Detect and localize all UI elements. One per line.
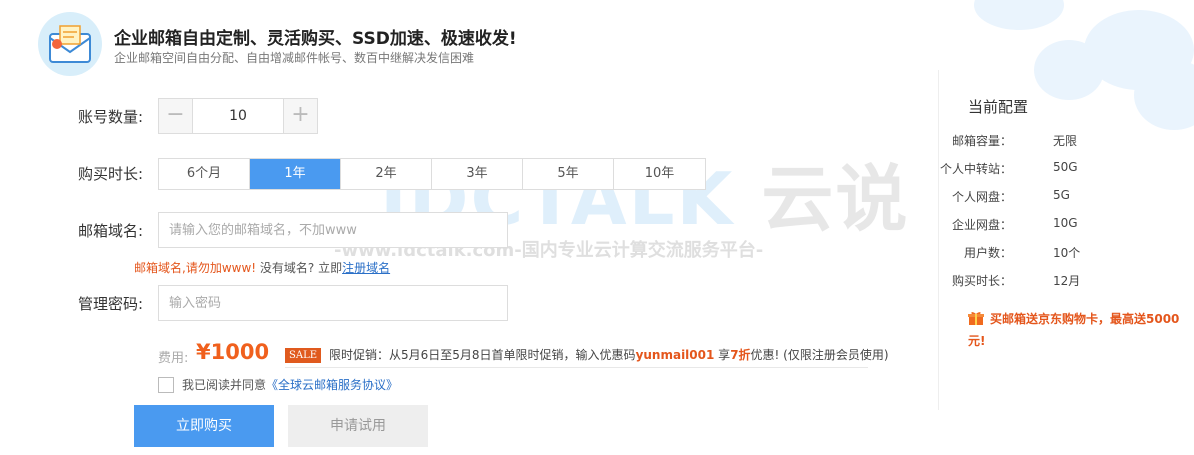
domain-input[interactable]	[158, 212, 508, 248]
config-value: 50G	[1053, 160, 1078, 174]
duration-option-6m[interactable]: 6个月	[159, 159, 250, 189]
promo-banner: SALE 限时促销：从5月6日至5月8日首单限时促销，输入优惠码yunmail00…	[285, 346, 889, 368]
agreement-checkbox[interactable]	[158, 376, 174, 393]
watermark-logo-cn: 云说	[761, 157, 910, 241]
config-key: 购买时长：	[951, 274, 1012, 288]
buy-now-button[interactable]: 立即购买	[134, 405, 274, 447]
agreement-link[interactable]: 《全球云邮箱服务协议》	[266, 376, 398, 393]
config-value: 10G	[1053, 216, 1078, 230]
page-title: 企业邮箱自由定制、灵活购买、SSD加速、极速收发!	[114, 29, 517, 49]
mail-logo	[38, 12, 102, 76]
promo-text-suffix: 优惠! (仅限注册会员使用)	[750, 348, 889, 362]
accounts-stepper: − 10 +	[158, 98, 318, 134]
agreement-text: 我已阅读并同意	[182, 378, 267, 392]
promo-text-prefix: 限时促销：从5月6日至5月8日首单限时促销，输入优惠码	[329, 348, 636, 362]
register-domain-link[interactable]: 注册域名	[342, 261, 390, 275]
config-key: 企业网盘：	[951, 218, 1012, 232]
config-value: 12月	[1053, 274, 1081, 288]
promo-code: yunmail001	[635, 348, 715, 362]
password-label: 管理密码:	[78, 295, 144, 313]
domain-label: 邮箱域名:	[78, 222, 144, 240]
page-header: 企业邮箱自由定制、灵活购买、SSD加速、极速收发! 企业邮箱空间自由分配、自由增…	[38, 12, 738, 76]
accounts-label: 账号数量:	[78, 108, 144, 126]
promo-text-mid: 享	[714, 348, 731, 362]
config-key: 个人网盘：	[951, 190, 1012, 204]
promo-discount: 7折	[730, 348, 751, 362]
duration-option-1y[interactable]: 1年	[250, 159, 341, 189]
config-value: 无限	[1053, 134, 1078, 148]
config-row: 个人网盘： 5G	[940, 188, 1170, 206]
mail-envelope-icon	[49, 25, 91, 63]
accounts-value[interactable]: 10	[193, 99, 283, 133]
duration-option-10y[interactable]: 10年	[614, 159, 705, 189]
config-key: 邮箱容量：	[951, 134, 1012, 148]
duration-selector: 6个月 1年 2年 3年 5年 10年	[158, 158, 706, 190]
config-key: 个人中转站：	[939, 162, 1012, 176]
minus-button[interactable]: −	[159, 99, 193, 133]
config-value: 5G	[1053, 188, 1070, 202]
duration-option-2y[interactable]: 2年	[341, 159, 432, 189]
config-row: 用户数： 10个	[940, 244, 1170, 262]
panel-divider	[938, 70, 939, 410]
duration-label: 购买时长:	[78, 165, 144, 183]
domain-warning: 邮箱域名,请勿加www!	[134, 261, 257, 275]
config-row: 购买时长： 12月	[940, 272, 1170, 290]
gift-text: 买邮箱送京东购物卡，最高送5000元!	[968, 312, 1180, 348]
config-row: 企业网盘： 10G	[940, 216, 1170, 234]
agreement-row: 我已阅读并同意 《全球云邮箱服务协议》	[158, 376, 398, 393]
duration-option-3y[interactable]: 3年	[432, 159, 523, 189]
fee-value: ¥1000	[196, 340, 270, 364]
config-value: 10个	[1053, 246, 1081, 260]
config-title: 当前配置	[968, 98, 1029, 116]
fee-label: 费用:	[158, 351, 189, 366]
config-row: 邮箱容量： 无限	[940, 132, 1170, 150]
password-input[interactable]	[158, 285, 508, 321]
duration-option-5y[interactable]: 5年	[523, 159, 614, 189]
sale-tag: SALE	[285, 348, 322, 363]
config-key: 用户数：	[963, 246, 1012, 260]
page-subtitle: 企业邮箱空间自由分配、自由增减邮件帐号、数百中继解决发信困难	[114, 51, 475, 65]
gift-promo: 买邮箱送京东购物卡，最高送5000元!	[968, 308, 1183, 352]
gift-icon	[968, 312, 984, 325]
domain-hint: 邮箱域名,请勿加www! 没有域名? 立即注册域名	[134, 259, 390, 276]
apply-trial-button[interactable]: 申请试用	[288, 405, 428, 447]
config-row: 个人中转站： 50G	[940, 160, 1170, 178]
plus-button[interactable]: +	[283, 99, 317, 133]
domain-hint-text: 没有域名? 立即	[256, 261, 343, 275]
